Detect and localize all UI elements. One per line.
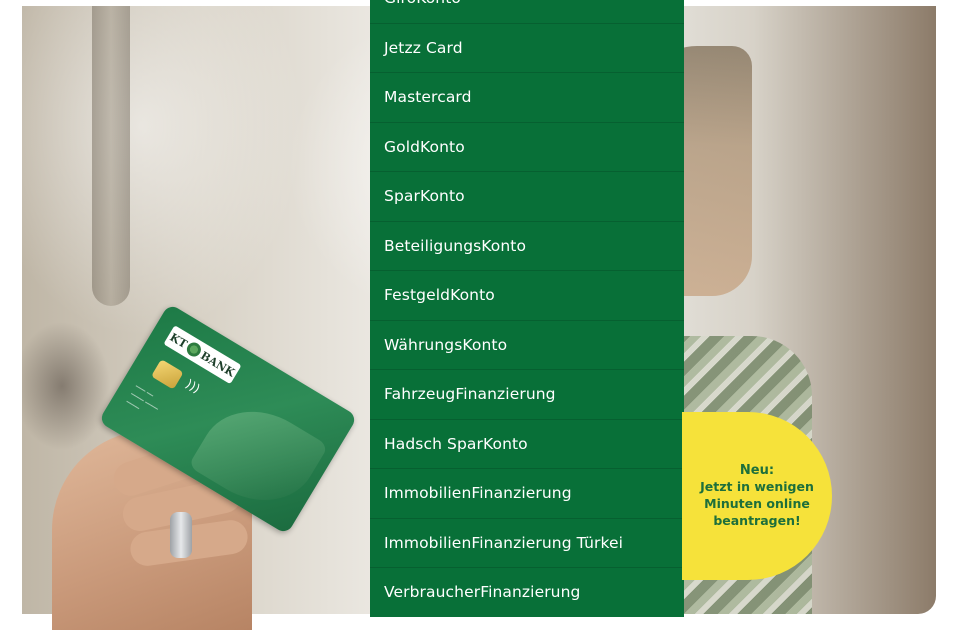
card-embossing: ━━━ ━━ ━━━━ ━━━━ ━━━━ — [124, 383, 160, 413]
menu-item-girokonto[interactable]: GiroKonto — [370, 0, 684, 24]
menu-item-immobilienfinanzierung-tuerkei[interactable]: ImmobilienFinanzierung Türkei — [370, 519, 684, 568]
card-chip-icon — [151, 359, 184, 390]
menu-item-sparkonto[interactable]: SparKonto — [370, 172, 684, 222]
menu-item-fahrzeugfinanzierung[interactable]: FahrzeugFinanzierung — [370, 370, 684, 420]
product-menu-list: GiroKonto Jetzz Card Mastercard GoldKont… — [370, 0, 684, 617]
promo-badge-text: Neu: Jetzt in wenigen Minuten online bea… — [682, 412, 832, 580]
menu-item-hadsch-sparkonto[interactable]: Hadsch SparKonto — [370, 420, 684, 469]
promo-badge-line-3: beantragen! — [713, 513, 801, 528]
ring — [170, 512, 192, 558]
menu-item-goldkonto[interactable]: GoldKonto — [370, 123, 684, 172]
product-dropdown-menu: GiroKonto Jetzz Card Mastercard GoldKont… — [370, 0, 684, 617]
contactless-icon: ))) — [183, 376, 203, 396]
menu-item-immobilienfinanzierung[interactable]: ImmobilienFinanzierung — [370, 469, 684, 519]
menu-item-verbraucherfinanzierung[interactable]: VerbraucherFinanzierung — [370, 568, 684, 617]
menu-item-mastercard[interactable]: Mastercard — [370, 73, 684, 123]
menu-item-festgeldkonto[interactable]: FestgeldKonto — [370, 271, 684, 321]
menu-item-jetzz-card[interactable]: Jetzz Card — [370, 24, 684, 73]
promo-badge-line-1: Jetzt in wenigen — [700, 479, 814, 494]
menu-item-beteiligungskonto[interactable]: BeteiligungsKonto — [370, 222, 684, 271]
promo-badge-title: Neu: — [739, 463, 775, 478]
menu-item-waehrungskonto[interactable]: WährungsKonto — [370, 321, 684, 370]
promo-badge-line-2: Minuten online — [704, 496, 810, 511]
promo-badge[interactable]: Neu: Jetzt in wenigen Minuten online bea… — [682, 412, 832, 580]
